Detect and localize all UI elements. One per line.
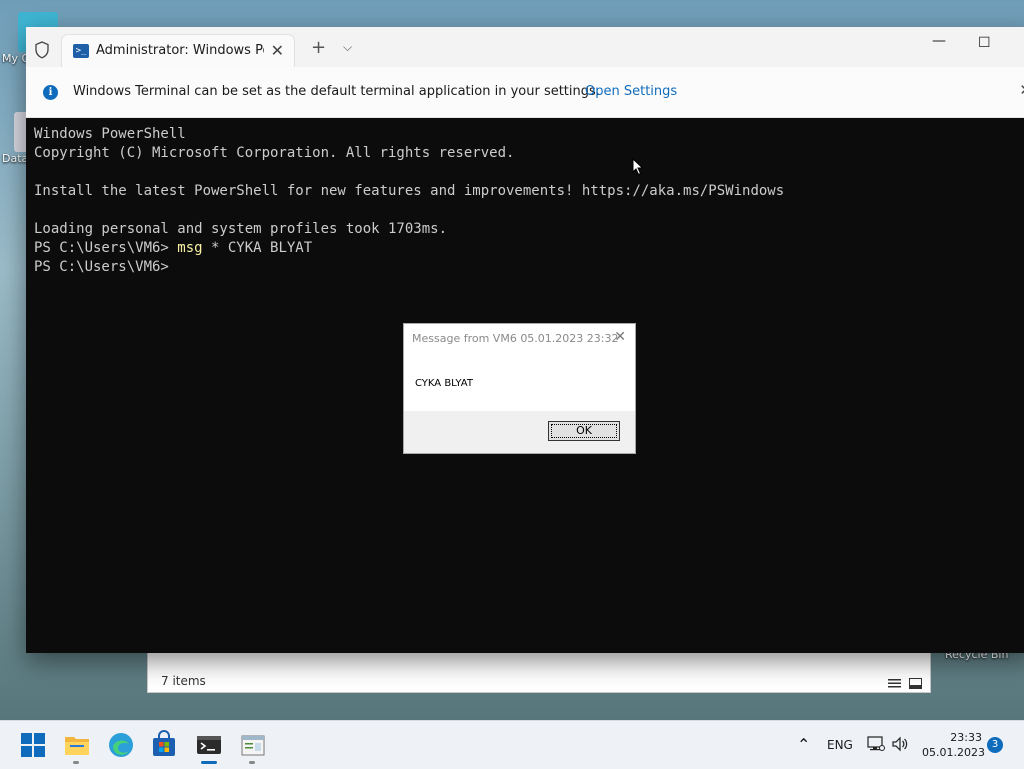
ok-button[interactable]: OK xyxy=(548,421,620,441)
title-bar[interactable]: >_ Administrator: Windows PowerShell ✕ +… xyxy=(26,27,1024,67)
tab-powershell[interactable]: >_ Administrator: Windows PowerShell ✕ xyxy=(62,35,294,67)
info-bar: i Windows Terminal can be set as the def… xyxy=(26,67,1024,118)
clock-time: 23:33 xyxy=(950,731,982,744)
desktop-icon-label: Data xyxy=(2,152,29,165)
chevron-down-icon[interactable]: ⌵ xyxy=(343,40,352,55)
details-view-icon[interactable] xyxy=(888,674,901,688)
close-icon[interactable]: ✕ xyxy=(614,329,626,345)
dialog-footer: OK xyxy=(404,411,635,453)
start-button[interactable] xyxy=(17,729,49,761)
tiles-view-icon[interactable] xyxy=(909,674,922,689)
network-icon[interactable] xyxy=(867,736,885,755)
info-icon: i xyxy=(43,85,58,100)
notepad-button[interactable] xyxy=(237,729,269,764)
mouse-pointer-icon xyxy=(632,157,644,176)
notification-badge[interactable]: 3 xyxy=(987,737,1003,753)
info-message: Windows Terminal can be set as the defau… xyxy=(73,84,600,99)
item-count: 7 items xyxy=(161,674,206,688)
console-output[interactable]: Windows PowerShell Copyright (C) Microso… xyxy=(34,125,784,277)
maximize-button[interactable]: ☐ xyxy=(978,35,991,51)
shield-icon xyxy=(34,41,50,59)
console-line: Copyright (C) Microsoft Corporation. All… xyxy=(34,145,515,161)
store-button[interactable] xyxy=(148,729,180,761)
console-line: Install the latest PowerShell for new fe… xyxy=(34,183,785,199)
console-line: Loading personal and system profiles too… xyxy=(34,221,448,237)
powershell-icon: >_ xyxy=(73,44,89,58)
dialog-title: Message from VM6 05.01.2023 23:32 xyxy=(412,332,619,345)
close-icon[interactable]: ✕ xyxy=(1019,81,1024,99)
open-settings-link[interactable]: Open Settings xyxy=(585,84,677,99)
file-explorer-button[interactable] xyxy=(61,729,93,764)
terminal-icon xyxy=(197,736,221,754)
start-icon xyxy=(21,733,45,757)
chevron-up-icon[interactable]: ⌃ xyxy=(797,735,810,754)
running-indicator xyxy=(249,761,255,764)
new-tab-button[interactable]: + xyxy=(311,37,326,58)
language-indicator[interactable]: ENG xyxy=(827,738,853,752)
clock-date: 05.01.2023 xyxy=(922,746,985,759)
message-dialog: Message from VM6 05.01.2023 23:32 ✕ CYKA… xyxy=(403,323,636,454)
edge-button[interactable] xyxy=(105,729,137,761)
taskbar: ⌃ ENG 23:33 05.01.2023 3 xyxy=(0,720,1024,769)
tab-close-icon[interactable]: ✕ xyxy=(271,41,284,60)
dialog-message: CYKA BLYAT xyxy=(415,378,473,389)
running-indicator xyxy=(73,761,79,764)
notepad-icon xyxy=(241,735,265,756)
volume-icon[interactable] xyxy=(891,736,909,755)
tab-title: Administrator: Windows PowerShell xyxy=(96,43,264,58)
prompt: PS C:\Users\VM6> xyxy=(34,240,169,256)
clock[interactable]: 23:33 05.01.2023 xyxy=(922,730,985,760)
terminal-button[interactable] xyxy=(193,729,225,764)
prompt: PS C:\Users\VM6> xyxy=(34,259,169,275)
edge-icon xyxy=(109,733,133,757)
minimize-button[interactable]: — xyxy=(932,33,946,49)
active-indicator xyxy=(201,761,217,764)
command-name: msg xyxy=(177,240,203,256)
console-line: Windows PowerShell xyxy=(34,126,186,142)
store-icon xyxy=(153,730,175,756)
command-args: * CYKA BLYAT xyxy=(202,240,313,256)
file-explorer-icon xyxy=(65,737,89,755)
